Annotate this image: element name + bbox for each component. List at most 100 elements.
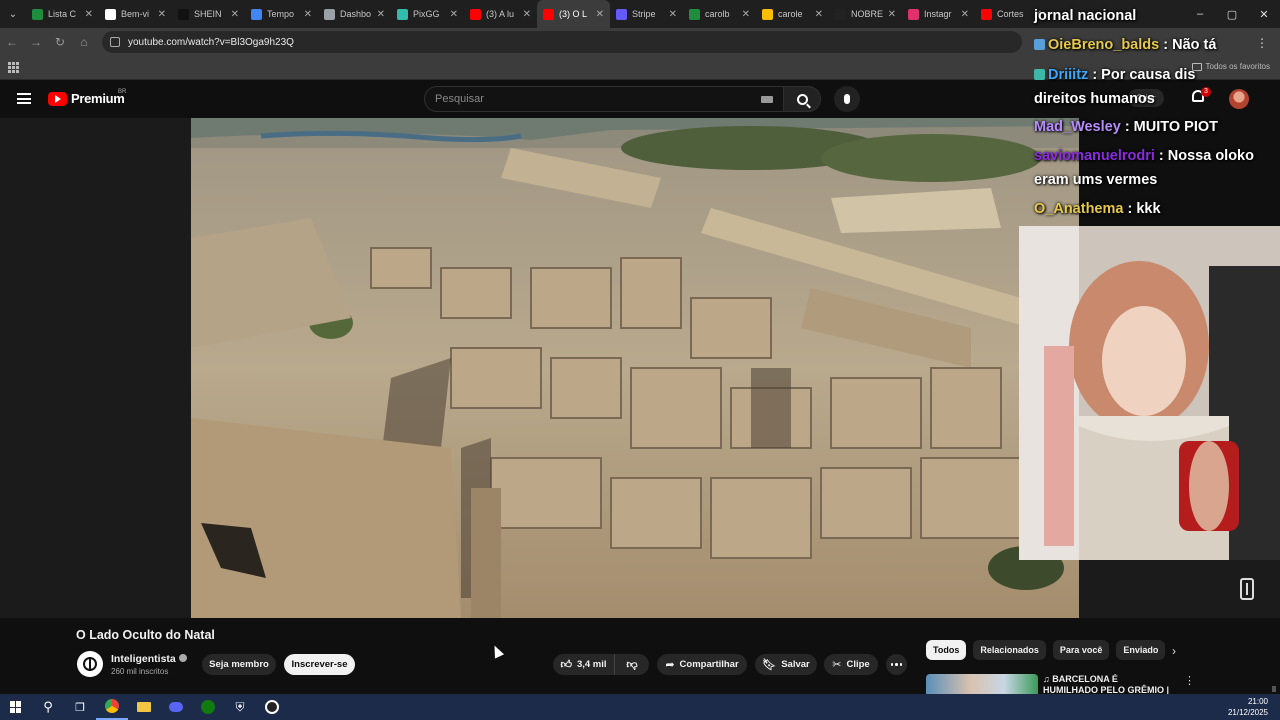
search-icon (796, 93, 808, 105)
related-filter-chips: Todos Relacionados Para você Enviado (926, 640, 1166, 660)
tab-close-icon[interactable]: ✕ (304, 9, 312, 20)
browser-tab[interactable]: (3) O L ✕ (537, 0, 610, 28)
webcam-frame (1019, 226, 1280, 560)
tab-close-icon[interactable]: ✕ (231, 9, 239, 20)
browser-tab[interactable]: PixGG ✕ (391, 0, 464, 28)
chat-message: OieBreno_balds : Não tá (1034, 33, 1280, 57)
search-input[interactable]: Pesquisar (424, 86, 784, 112)
tab-close-icon[interactable]: ✕ (961, 9, 969, 20)
voice-search-button[interactable] (834, 86, 860, 112)
more-actions-button[interactable] (886, 654, 907, 675)
keyboard-icon[interactable] (761, 96, 773, 103)
reload-icon[interactable]: ↻ (48, 28, 72, 56)
channel-avatar[interactable] (77, 651, 103, 677)
tab-favicon-icon (324, 8, 335, 20)
video-player[interactable] (191, 118, 1079, 618)
browser-tab[interactable]: Dashbo ✕ (318, 0, 391, 28)
recommended-thumbnail[interactable] (926, 674, 1038, 694)
search-button[interactable] (783, 86, 821, 112)
tab-search-icon[interactable]: ⌄ (0, 0, 26, 28)
browser-tab[interactable]: SHEIN ✕ (172, 0, 245, 28)
save-button[interactable]: 🔖︎ Salvar (755, 654, 817, 675)
tab-favicon-icon (762, 8, 773, 20)
address-bar[interactable]: youtube.com/watch?v=Bl3Oga9h23Q (102, 31, 1022, 53)
filter-chip[interactable]: Para você (1052, 640, 1110, 660)
share-label: Compartilhar (679, 659, 739, 670)
chevron-right-icon[interactable]: › (1172, 644, 1176, 658)
share-button[interactable]: ➦ Compartilhar (657, 654, 747, 675)
xbox-icon[interactable] (192, 694, 224, 720)
browser-tab[interactable]: carolb ✕ (683, 0, 756, 28)
tab-label: Lista C (48, 9, 77, 19)
forward-icon[interactable]: → (24, 28, 48, 56)
tab-favicon-icon (32, 8, 43, 20)
tab-favicon-icon (543, 8, 554, 20)
obs-icon[interactable] (256, 694, 288, 720)
dislike-button[interactable]: 👎︎ (615, 658, 649, 671)
browser-tab[interactable]: Lista C ✕ (26, 0, 99, 28)
tab-label: (3) A lu (486, 9, 515, 19)
recommended-title[interactable]: ♫ BARCELONA É HUMILHADO PELO GRÊMIO | Pa… (1043, 674, 1173, 694)
chat-message: O_Anathema : kkk (1034, 197, 1280, 221)
clip-button[interactable]: ✂ Clipe (824, 654, 878, 675)
tab-close-icon[interactable]: ✕ (158, 9, 166, 20)
tab-close-icon[interactable]: ✕ (888, 9, 896, 20)
file-explorer-icon[interactable] (128, 694, 160, 720)
tab-close-icon[interactable]: ✕ (742, 9, 750, 20)
channel-name-row[interactable]: Inteligentista (111, 653, 187, 665)
filter-chip[interactable]: Todos (926, 640, 967, 660)
like-count: 3,4 mil (576, 659, 607, 670)
tab-close-icon[interactable]: ✕ (377, 9, 385, 20)
recommended-more-icon[interactable]: ⋮ (1184, 674, 1195, 687)
scissors-icon: ✂ (832, 659, 842, 671)
browser-tab[interactable]: carole ✕ (756, 0, 829, 28)
app-shield-icon[interactable]: ⛨ (224, 694, 256, 720)
tab-favicon-icon (981, 8, 992, 20)
scrollbar[interactable] (1272, 686, 1276, 692)
tab-close-icon[interactable]: ✕ (450, 9, 458, 20)
tab-favicon-icon (470, 8, 481, 20)
tab-favicon-icon (251, 8, 262, 20)
filter-chip[interactable]: Relacionados (973, 640, 1046, 660)
browser-tab[interactable]: Stripe ✕ (610, 0, 683, 28)
filter-chip[interactable]: Enviado (1116, 640, 1166, 660)
chrome-icon[interactable] (96, 694, 128, 720)
miniplayer-icon[interactable] (1240, 578, 1254, 600)
youtube-logo[interactable]: Premium (48, 91, 125, 106)
browser-tab[interactable]: NOBRE ✕ (829, 0, 902, 28)
clock-date: 21/12/2025 (1227, 708, 1268, 717)
menu-icon[interactable] (17, 93, 31, 104)
discord-icon[interactable] (160, 694, 192, 720)
browser-tab[interactable]: Bem-vi ✕ (99, 0, 172, 28)
clock-time: 21:00 (1247, 697, 1268, 706)
share-icon: ➦ (665, 659, 675, 671)
task-view-icon[interactable]: ❐ (64, 694, 96, 720)
tab-label: (3) O L (559, 9, 588, 19)
tab-close-icon[interactable]: ✕ (523, 9, 531, 20)
browser-tab[interactable]: (3) A lu ✕ (464, 0, 537, 28)
apps-grid-icon[interactable] (8, 62, 19, 73)
tab-close-icon[interactable]: ✕ (596, 9, 604, 20)
start-button[interactable] (0, 694, 32, 720)
system-clock[interactable]: 21:00 21/12/2025 (1228, 696, 1268, 718)
browser-tab[interactable]: Tempo ✕ (245, 0, 318, 28)
home-icon[interactable]: ⌂ (72, 28, 96, 56)
tab-close-icon[interactable]: ✕ (85, 9, 93, 20)
back-icon[interactable]: ← (0, 28, 24, 56)
channel-name: Inteligentista (111, 653, 176, 665)
join-button[interactable]: Seja membro (202, 654, 276, 675)
chat-username: Driiitz (1048, 67, 1089, 83)
tab-close-icon[interactable]: ✕ (669, 9, 677, 20)
like-button[interactable]: 👍︎ 3,4 mil (553, 654, 615, 675)
tab-close-icon[interactable]: ✕ (815, 9, 823, 20)
site-info-icon[interactable] (110, 37, 120, 47)
browser-tab[interactable]: Instagr ✕ (902, 0, 975, 28)
subscribe-button[interactable]: Inscrever-se (284, 654, 355, 675)
tab-label: PixGG (413, 9, 440, 19)
chat-message: eram ums vermes (1034, 168, 1280, 192)
tab-label: Dashbo (340, 9, 372, 19)
microphone-icon (844, 94, 850, 104)
chat-message: saviomanuelrodri : Nossa oloko (1034, 144, 1280, 168)
chat-username: saviomanuelrodri (1034, 148, 1155, 164)
taskbar-search-icon[interactable]: ⚲ (32, 694, 64, 720)
